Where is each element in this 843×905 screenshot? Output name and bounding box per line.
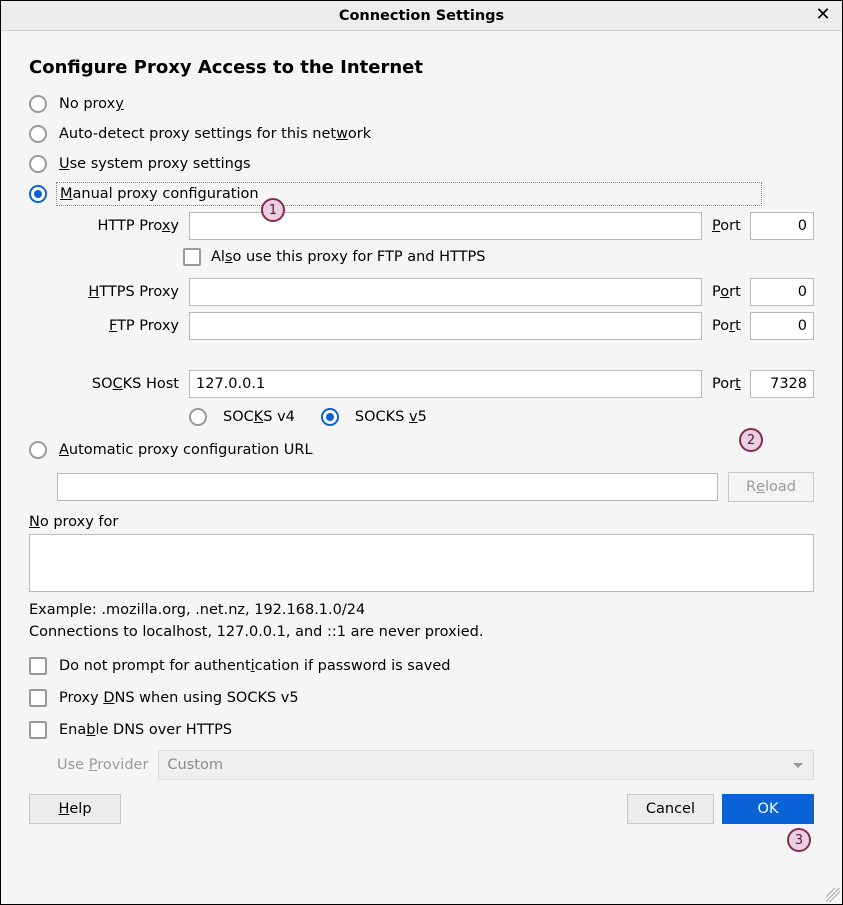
https-port-input[interactable] [750, 278, 814, 306]
reload-button: Reload [728, 472, 814, 502]
https-proxy-input[interactable] [189, 278, 702, 306]
http-proxy-label: HTTP Proxy [57, 218, 185, 234]
resize-grip-icon[interactable] [826, 888, 840, 902]
checkbox-doh-label: Enable DNS over HTTPS [59, 722, 232, 738]
socks-host-input[interactable] [189, 370, 702, 398]
checkbox-no-prompt-auth[interactable] [29, 657, 47, 675]
radio-autoconf[interactable] [29, 441, 47, 459]
https-proxy-label: HTTPS Proxy [57, 284, 185, 300]
radio-system[interactable] [29, 155, 47, 173]
checkbox-proxy-dns[interactable] [29, 689, 47, 707]
provider-select: Custom [158, 750, 814, 780]
radio-manual[interactable] [29, 185, 47, 203]
checkbox-doh[interactable] [29, 721, 47, 739]
ftp-proxy-label: FTP Proxy [57, 318, 185, 334]
checkbox-also-ftp-https-label: Also use this proxy for FTP and HTTPS [211, 249, 485, 265]
ftp-proxy-input[interactable] [189, 312, 702, 340]
radio-manual-label: Manual proxy configuration [59, 185, 759, 203]
autoconf-url-input [57, 473, 718, 501]
ftp-port-input[interactable] [750, 312, 814, 340]
close-icon[interactable]: ✕ [812, 4, 834, 26]
dialog-heading: Configure Proxy Access to the Internet [29, 57, 814, 78]
dialog-content: Configure Proxy Access to the Internet N… [1, 31, 842, 904]
titlebar: Connection Settings ✕ [1, 1, 842, 31]
provider-label: Use Provider [57, 757, 148, 773]
radio-no-proxy-label: No proxy [59, 96, 124, 112]
checkbox-proxy-dns-label: Proxy DNS when using SOCKS v5 [59, 690, 299, 706]
checkbox-no-prompt-auth-label: Do not prompt for authentication if pass… [59, 658, 450, 674]
cancel-button[interactable]: Cancel [627, 794, 714, 824]
marker-1: 1 [261, 198, 285, 222]
radio-autodetect-label: Auto-detect proxy settings for this netw… [59, 126, 371, 142]
window-title: Connection Settings [339, 8, 504, 24]
socks-host-label: SOCKS Host [57, 376, 185, 392]
no-proxy-for-textarea[interactable] [29, 534, 814, 592]
https-port-label: Port [706, 284, 746, 300]
help-button[interactable]: Help [29, 794, 121, 824]
ok-button[interactable]: OK [722, 794, 814, 824]
socks-port-label: Port [706, 376, 746, 392]
ftp-port-label: Port [706, 318, 746, 334]
manual-proxy-grid: HTTP Proxy Port Also use this proxy for … [57, 212, 814, 426]
socks-port-input[interactable] [750, 370, 814, 398]
radio-socks-v4[interactable] [189, 408, 207, 426]
http-port-label: Port [706, 218, 746, 234]
marker-3: 3 [787, 828, 811, 852]
radio-autoconf-label: Automatic proxy configuration URL [59, 442, 313, 458]
radio-socks-v4-label: SOCKS v4 [223, 409, 295, 425]
radio-socks-v5[interactable] [321, 408, 339, 426]
radio-socks-v5-label: SOCKS v5 [355, 409, 427, 425]
radio-autodetect[interactable] [29, 125, 47, 143]
no-proxy-for-label: No proxy for [29, 514, 814, 530]
marker-2: 2 [739, 428, 763, 452]
no-proxy-example: Example: .mozilla.org, .net.nz, 192.168.… [29, 602, 814, 618]
checkbox-also-ftp-https[interactable] [183, 248, 201, 266]
radio-no-proxy[interactable] [29, 95, 47, 113]
http-port-input[interactable] [750, 212, 814, 240]
no-proxy-note: Connections to localhost, 127.0.0.1, and… [29, 624, 814, 640]
radio-system-label: Use system proxy settings [59, 156, 251, 172]
